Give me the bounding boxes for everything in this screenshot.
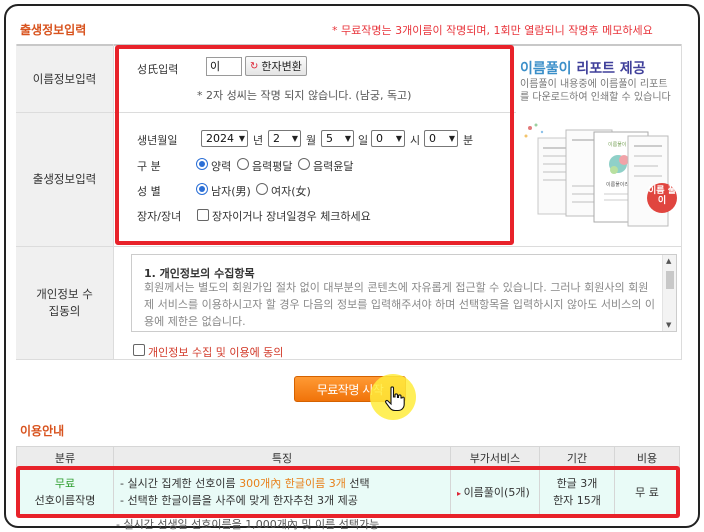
section-title: 출생정보입력 — [20, 23, 87, 37]
form-right-border — [681, 44, 682, 360]
privacy-agree-label: 개인정보 수집 및 이용에 동의 — [148, 346, 284, 359]
hand-cursor-icon — [384, 386, 406, 415]
report-illustration: 이름풀이 이름풀이리포트 이름 풀이 — [520, 116, 680, 228]
scroll-up-icon[interactable]: ▲ — [666, 257, 671, 265]
form-bottom-border — [16, 359, 682, 360]
free-naming-notice: * 무료작명는 3개이름이 작명되며, 1회만 열람되니 작명후 메모하세요 — [332, 24, 653, 37]
svg-text:이름풀이: 이름풀이 — [608, 141, 626, 148]
report-promo-desc: 이름풀이 내용중에 이름풀이 리포트를 다운로드하여 인쇄할 수 있습니다 — [520, 79, 671, 103]
report-title-part1: 이름풀이 — [520, 61, 577, 77]
scrollbar-thumb[interactable] — [666, 271, 674, 289]
free-row-highlight-box — [16, 466, 680, 518]
privacy-terms-box[interactable]: 1. 개인정보의 수집항목 회원께서는 별도의 회원가입 절차 없이 대부분의 … — [131, 254, 677, 332]
label-divider — [113, 44, 114, 360]
next-row-partial: - 실시간 선생일 선호이름을 1,000개內 및 이름 선택가능 — [116, 518, 380, 531]
privacy-scrollbar[interactable]: ▲ ▼ — [662, 255, 676, 331]
scroll-down-icon[interactable]: ▼ — [666, 321, 671, 329]
name-info-label: 이름정보입력 — [16, 46, 113, 112]
report-badge: 이름 풀이 — [648, 186, 676, 206]
report-title-part2: 리포트 제공 — [576, 61, 646, 77]
guide-title: 이용안내 — [20, 424, 65, 438]
privacy-body: 회원께서는 별도의 회원가입 절차 없이 대부분의 콘텐츠에 자유롭게 접근할 … — [144, 281, 655, 328]
privacy-agree-checkbox[interactable] — [133, 344, 145, 356]
report-document-image: 이름풀이 이름풀이리포트 — [524, 123, 677, 227]
report-promo-title: 이름풀이 리포트 제공 — [520, 58, 646, 78]
row-divider-2 — [16, 246, 682, 247]
privacy-label: 개인정보 수집동의 — [16, 247, 113, 359]
form-highlight-box — [115, 45, 514, 245]
birth-info-label: 출생정보입력 — [16, 113, 113, 246]
